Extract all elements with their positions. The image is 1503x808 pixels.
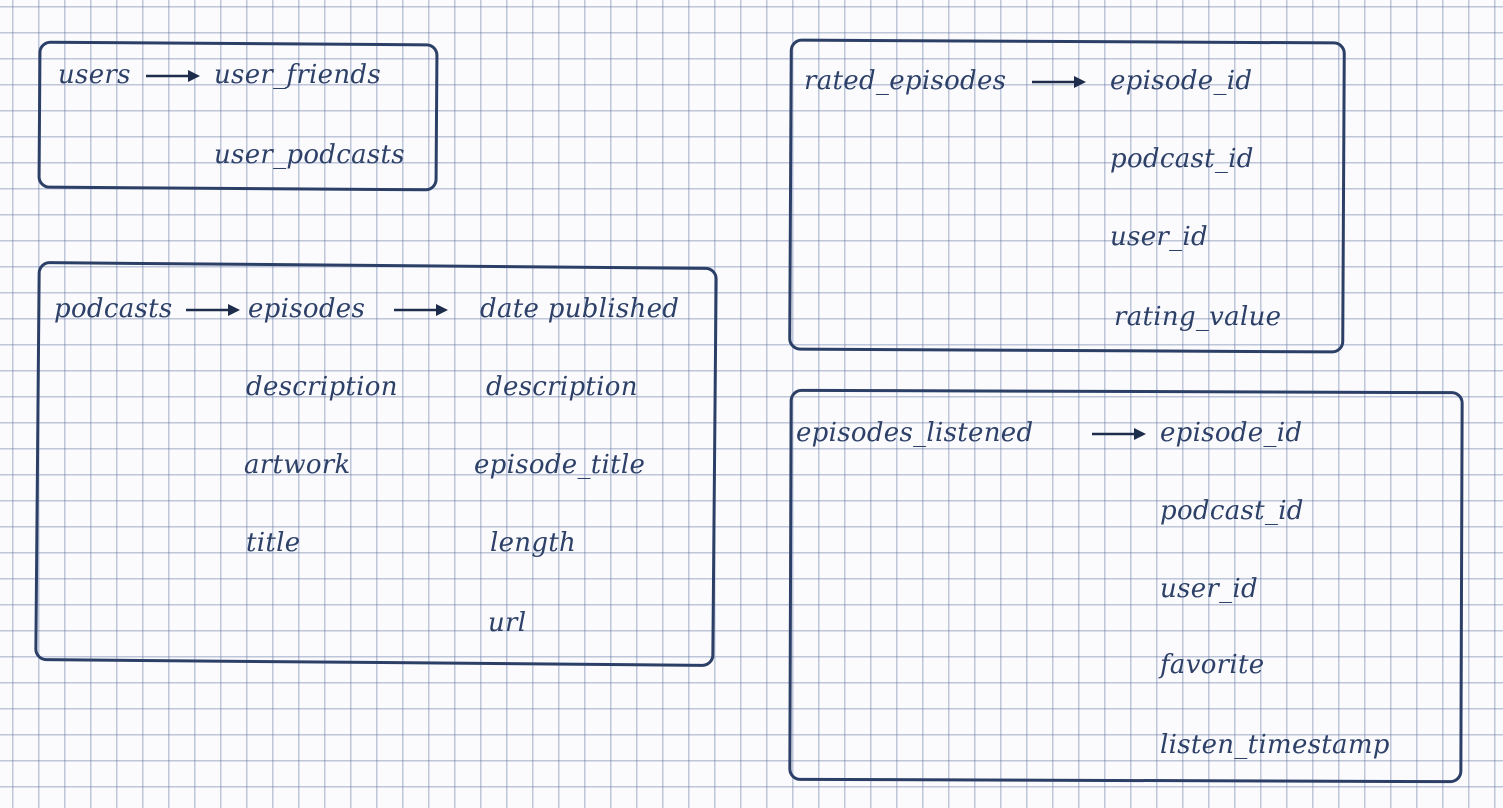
rated-episodes-field: episode_id: [1110, 66, 1253, 96]
episodes-field: date published: [480, 294, 680, 324]
rated-episodes-field: user_id: [1110, 222, 1208, 252]
episodes-listened-field: listen_timestamp: [1160, 730, 1390, 760]
podcasts-table-name: podcasts: [54, 294, 173, 324]
episodes-listened-field: episode_id: [1160, 418, 1303, 448]
rated-episodes-table-name: rated_episodes: [804, 66, 1007, 96]
episodes-listened-field: podcast_id: [1160, 496, 1304, 526]
right-arrow-icon: [392, 302, 448, 318]
podcasts-field: episodes: [248, 294, 366, 324]
rated-episodes-field: podcast_id: [1110, 144, 1254, 174]
rated-episodes-field: rating_value: [1114, 302, 1282, 332]
episodes-field: episode_title: [474, 450, 646, 480]
right-arrow-icon: [1090, 426, 1146, 442]
podcasts-field: description: [246, 372, 398, 402]
episodes-field: length: [490, 528, 577, 558]
podcasts-field: artwork: [244, 450, 351, 480]
podcasts-field: title: [246, 528, 301, 558]
episodes-listened-field: favorite: [1160, 650, 1265, 680]
episodes-listened-field: user_id: [1160, 574, 1258, 604]
right-arrow-icon: [144, 68, 200, 84]
users-field: user_podcasts: [214, 140, 405, 170]
episodes-field: url: [488, 608, 527, 638]
right-arrow-icon: [1030, 74, 1086, 90]
right-arrow-icon: [184, 302, 240, 318]
episodes-field: description: [486, 372, 638, 402]
users-table-name: users: [58, 60, 131, 90]
users-field: user_friends: [214, 60, 381, 90]
episodes-listened-table-name: episodes_listened: [796, 418, 1034, 448]
